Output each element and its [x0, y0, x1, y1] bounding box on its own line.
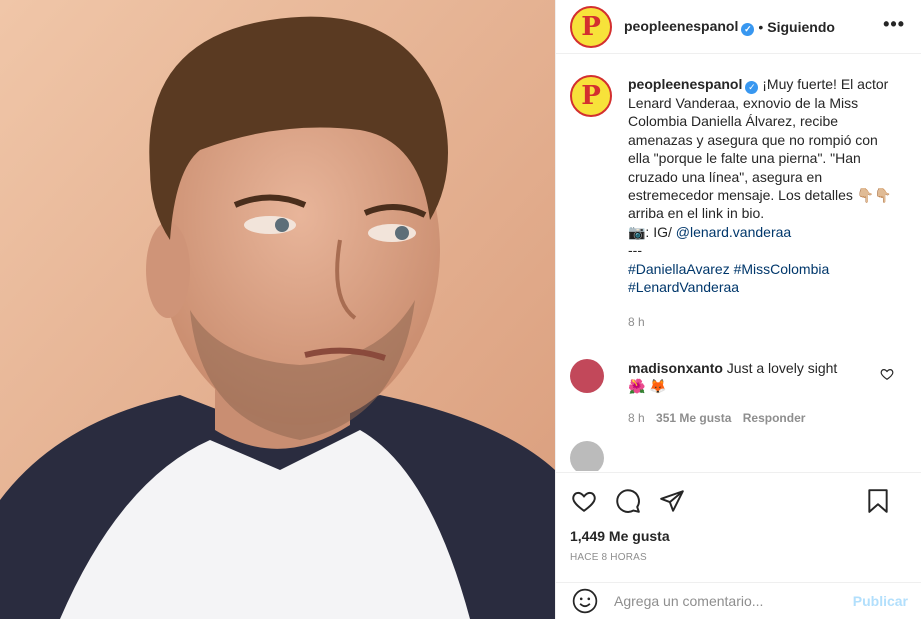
comment-meta: 8 h 351 Me gusta Responder	[628, 409, 858, 427]
comment-likes[interactable]: 351 Me gusta	[656, 411, 731, 425]
caption-text: ¡Muy fuerte! El actor Lenard Vanderaa, e…	[628, 76, 892, 222]
caption-body: peopleenespanol ✓ ¡Muy fuerte! El actor L…	[628, 75, 900, 332]
next-commenter-avatar[interactable]	[570, 440, 604, 471]
account-avatar[interactable]: P	[570, 5, 612, 48]
comment-time: 8 h	[628, 410, 645, 425]
save-button[interactable]	[864, 487, 892, 515]
video-frame-image	[0, 0, 555, 619]
caption-avatar[interactable]: P	[570, 75, 612, 117]
caption-credit: 📷: IG/	[628, 223, 676, 240]
comment-username[interactable]: madisonxanto	[628, 360, 723, 376]
hashtag-links[interactable]: #DaniellaAvarez #MissColombia	[628, 261, 829, 277]
caption-divider: ---	[628, 242, 642, 259]
header-username[interactable]: peopleenespanol ✓	[624, 18, 755, 36]
heart-icon	[572, 491, 596, 512]
comment-composer: Publicar	[556, 582, 921, 619]
logo-letter: P	[581, 11, 601, 42]
post-header: P peopleenespanol ✓ • Siguiendo •••	[556, 0, 921, 54]
post-actions: 1,449 Me gusta HACE 8 HORAS	[556, 472, 921, 572]
separator-dot: •	[758, 18, 764, 35]
commenter-avatar[interactable]	[570, 358, 604, 393]
post-side-panel: P peopleenespanol ✓ • Siguiendo ••• P peo…	[555, 0, 921, 619]
mention-link[interactable]: @lenard.vanderaa	[676, 224, 791, 240]
verified-badge-icon: ✓	[741, 22, 755, 36]
caption-username[interactable]: peopleenespanol	[628, 76, 742, 92]
caption: P peopleenespanol ✓ ¡Muy fuerte! El actor…	[570, 75, 908, 332]
like-comment-heart-icon[interactable]	[880, 367, 894, 381]
post-media[interactable]	[0, 0, 555, 619]
following-button[interactable]: Siguiendo	[767, 19, 835, 35]
like-button[interactable]	[570, 487, 598, 515]
comment-icon	[616, 489, 640, 513]
hashtag-link[interactable]: #LenardVanderaa	[628, 279, 739, 295]
logo-letter: P	[581, 81, 601, 111]
share-icon	[660, 490, 684, 512]
comment-body: madisonxanto Just a lovely sight 🌺 🦊 8 h…	[628, 359, 858, 427]
caption-time: 8 h	[628, 315, 645, 330]
action-icons	[570, 485, 908, 517]
post-time: HACE 8 HORAS	[570, 552, 647, 563]
comment-emojis: 🌺 🦊	[628, 377, 667, 394]
comment-text: Just a lovely sight	[726, 359, 838, 376]
bookmark-icon	[868, 489, 888, 513]
comment-item: madisonxanto Just a lovely sight 🌺 🦊 8 h…	[570, 358, 908, 427]
emoji-icon[interactable]	[572, 588, 598, 614]
comments-list[interactable]: P peopleenespanol ✓ ¡Muy fuerte! El actor…	[556, 55, 921, 471]
more-options-icon[interactable]: •••	[883, 14, 905, 35]
comment-input[interactable]	[614, 593, 853, 609]
likes-count[interactable]: 1,449 Me gusta	[570, 528, 908, 544]
share-button[interactable]	[658, 487, 686, 515]
publish-button[interactable]: Publicar	[853, 593, 908, 609]
reply-button[interactable]: Responder	[743, 411, 806, 425]
verified-badge-icon: ✓	[745, 81, 759, 94]
comment-button[interactable]	[614, 487, 642, 515]
